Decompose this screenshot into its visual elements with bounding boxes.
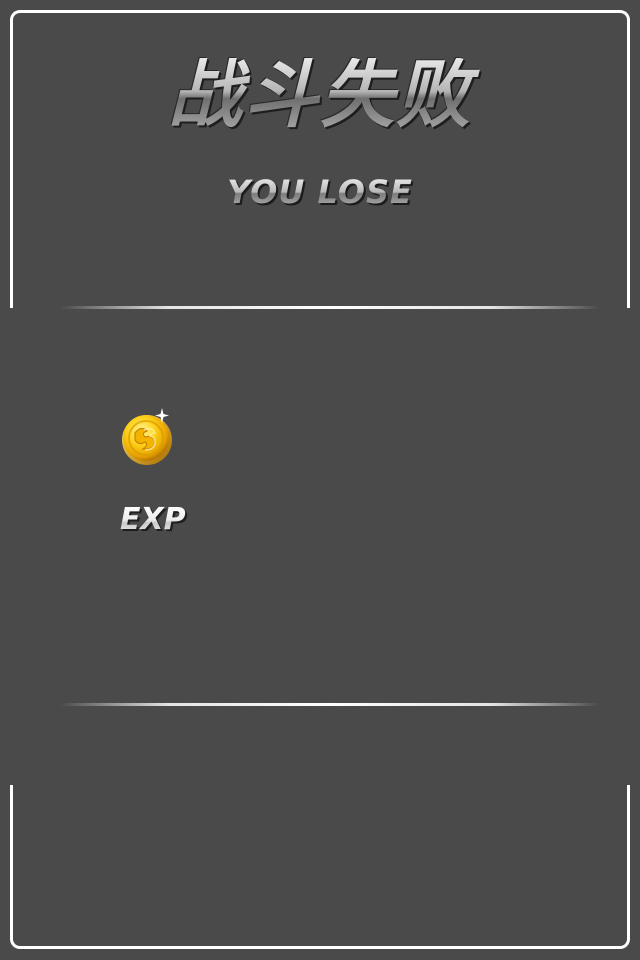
divider-bottom	[60, 703, 600, 706]
exp-label: EXP	[120, 502, 186, 537]
defeat-title: 战斗失败	[0, 58, 640, 132]
gold-coin-icon	[118, 406, 180, 468]
frame-border-bottom	[10, 785, 630, 949]
defeat-subtitle: YOU LOSE	[0, 176, 640, 208]
divider-top	[60, 306, 600, 309]
